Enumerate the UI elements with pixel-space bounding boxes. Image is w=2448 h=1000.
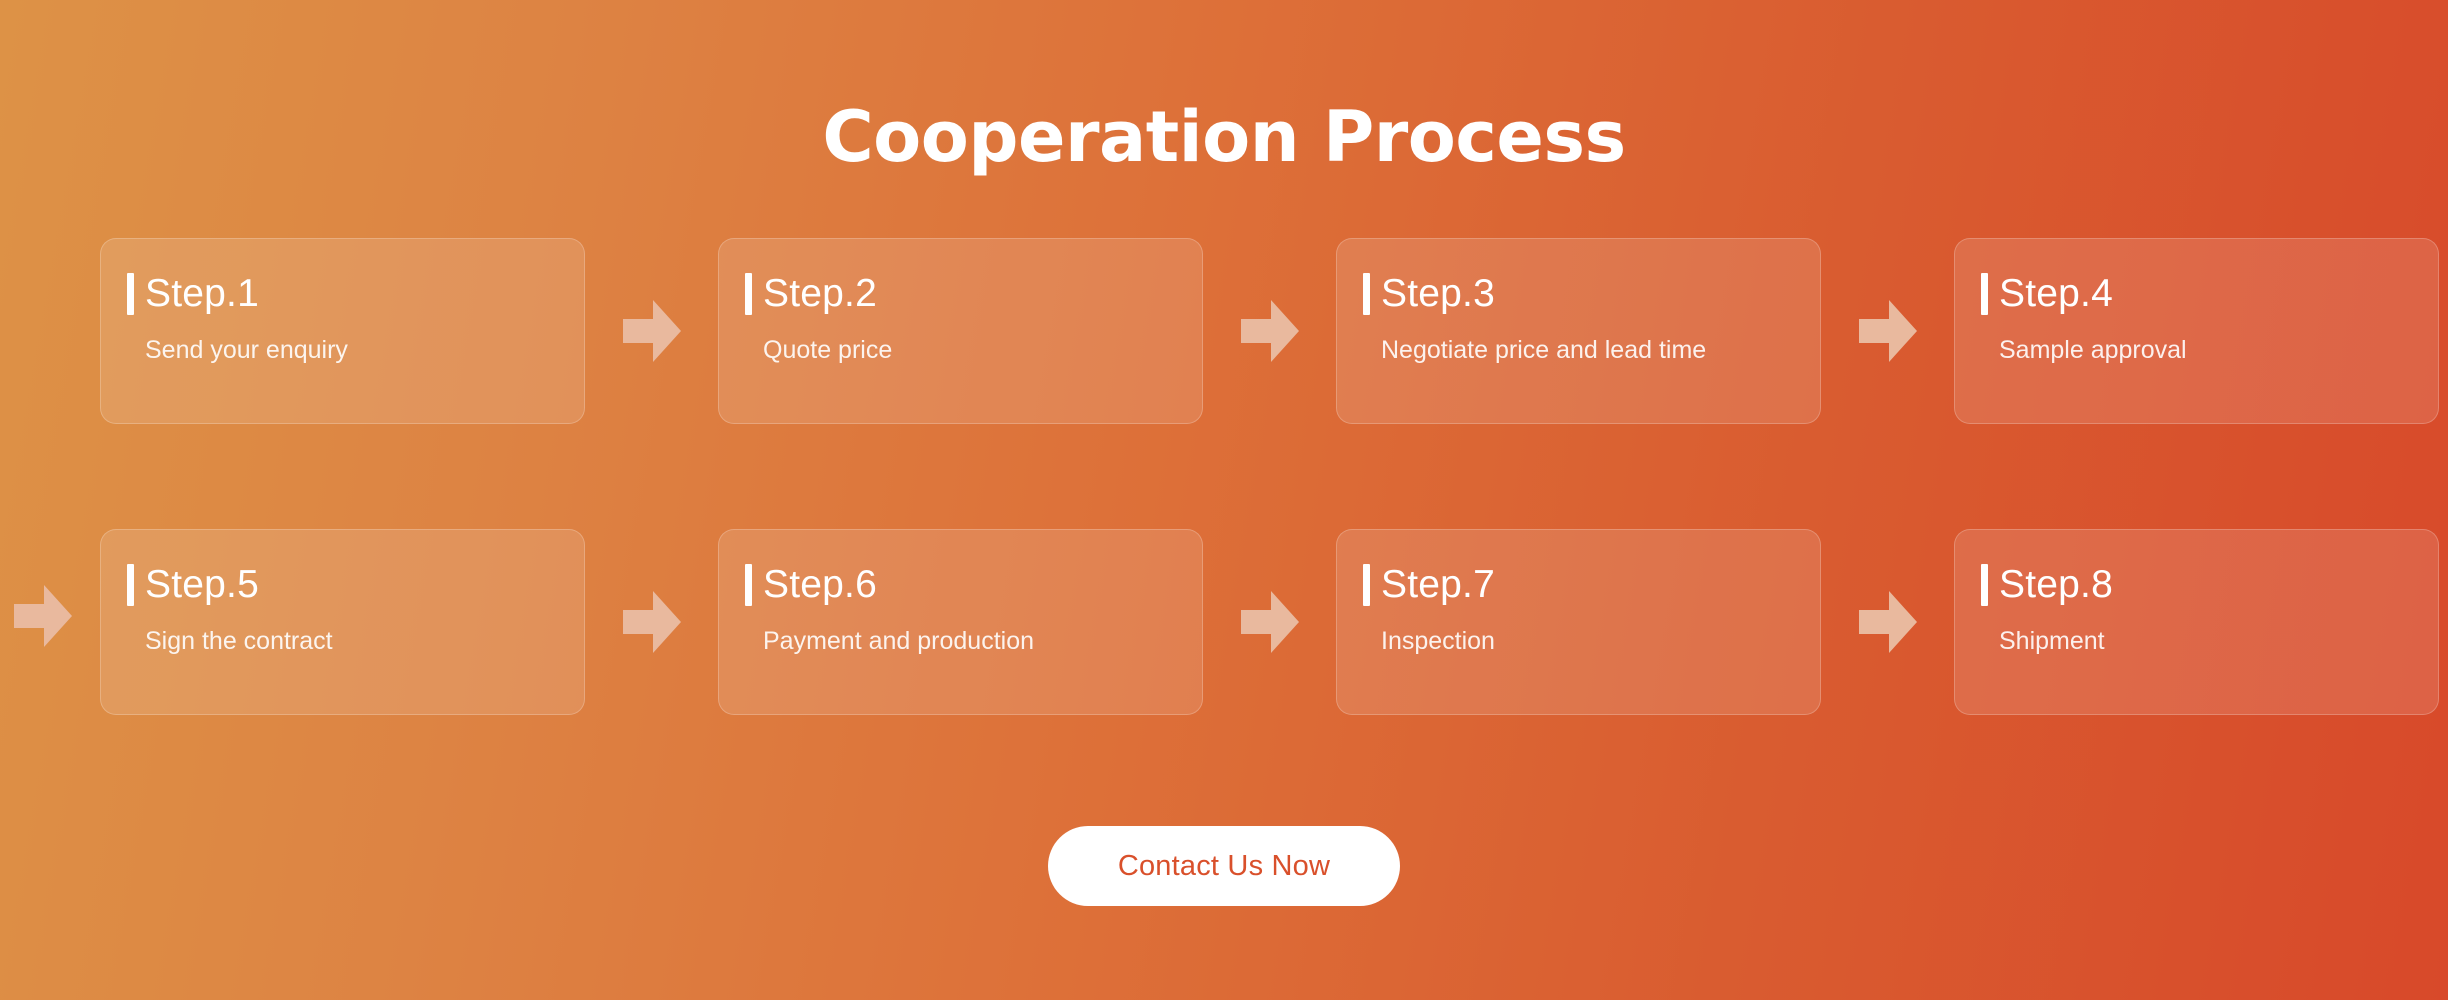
step-card-1[interactable]: Step.1 Send your enquiry	[100, 238, 585, 424]
step-card-2[interactable]: Step.2 Quote price	[718, 238, 1203, 424]
step-label: Step.8	[1999, 563, 2113, 606]
step-description: Sign the contract	[145, 627, 333, 655]
step-label: Step.5	[145, 563, 259, 606]
cooperation-process-section: Cooperation Process Step.1 Send your enq…	[0, 0, 2448, 1000]
step-label: Step.6	[763, 563, 877, 606]
accent-bar-icon	[745, 273, 752, 315]
step-description: Shipment	[1999, 627, 2105, 655]
step-card-8[interactable]: Step.8 Shipment	[1954, 529, 2439, 715]
step-label: Step.7	[1381, 563, 1495, 606]
step-description: Negotiate price and lead time	[1381, 336, 1707, 364]
contact-us-button[interactable]: Contact Us Now	[1048, 826, 1400, 906]
accent-bar-icon	[127, 273, 134, 315]
steps-row-1: Step.1 Send your enquiry Step.2 Quote pr…	[0, 238, 2448, 424]
steps-row-2: Step.5 Sign the contract Step.6 Payment …	[0, 529, 2448, 715]
arrow-right-icon	[1821, 238, 1954, 424]
step-description: Send your enquiry	[145, 336, 348, 364]
step-card-7[interactable]: Step.7 Inspection	[1336, 529, 1821, 715]
arrow-right-icon	[1821, 529, 1954, 715]
accent-bar-icon	[127, 564, 134, 606]
step-label: Step.2	[763, 272, 877, 315]
step-description: Inspection	[1381, 627, 1495, 655]
step-label: Step.3	[1381, 272, 1495, 315]
step-description: Quote price	[763, 336, 893, 364]
accent-bar-icon	[1981, 273, 1988, 315]
step-description: Sample approval	[1999, 336, 2187, 364]
steps-container: Step.1 Send your enquiry Step.2 Quote pr…	[0, 238, 2448, 820]
step-card-5[interactable]: Step.5 Sign the contract	[100, 529, 585, 715]
step-card-6[interactable]: Step.6 Payment and production	[718, 529, 1203, 715]
arrow-right-icon	[585, 238, 718, 424]
accent-bar-icon	[745, 564, 752, 606]
arrow-right-icon	[1203, 238, 1336, 424]
accent-bar-icon	[1363, 273, 1370, 315]
arrow-right-icon	[1203, 529, 1336, 715]
cta-container: Contact Us Now	[0, 826, 2448, 906]
arrow-right-icon	[585, 529, 718, 715]
accent-bar-icon	[1981, 564, 1988, 606]
step-card-4[interactable]: Step.4 Sample approval	[1954, 238, 2439, 424]
arrow-right-icon	[14, 585, 72, 647]
step-label: Step.4	[1999, 272, 2113, 315]
page-title: Cooperation Process	[822, 95, 1626, 178]
step-card-3[interactable]: Step.3 Negotiate price and lead time	[1336, 238, 1821, 424]
step-label: Step.1	[145, 272, 259, 315]
step-description: Payment and production	[763, 627, 1035, 655]
accent-bar-icon	[1363, 564, 1370, 606]
